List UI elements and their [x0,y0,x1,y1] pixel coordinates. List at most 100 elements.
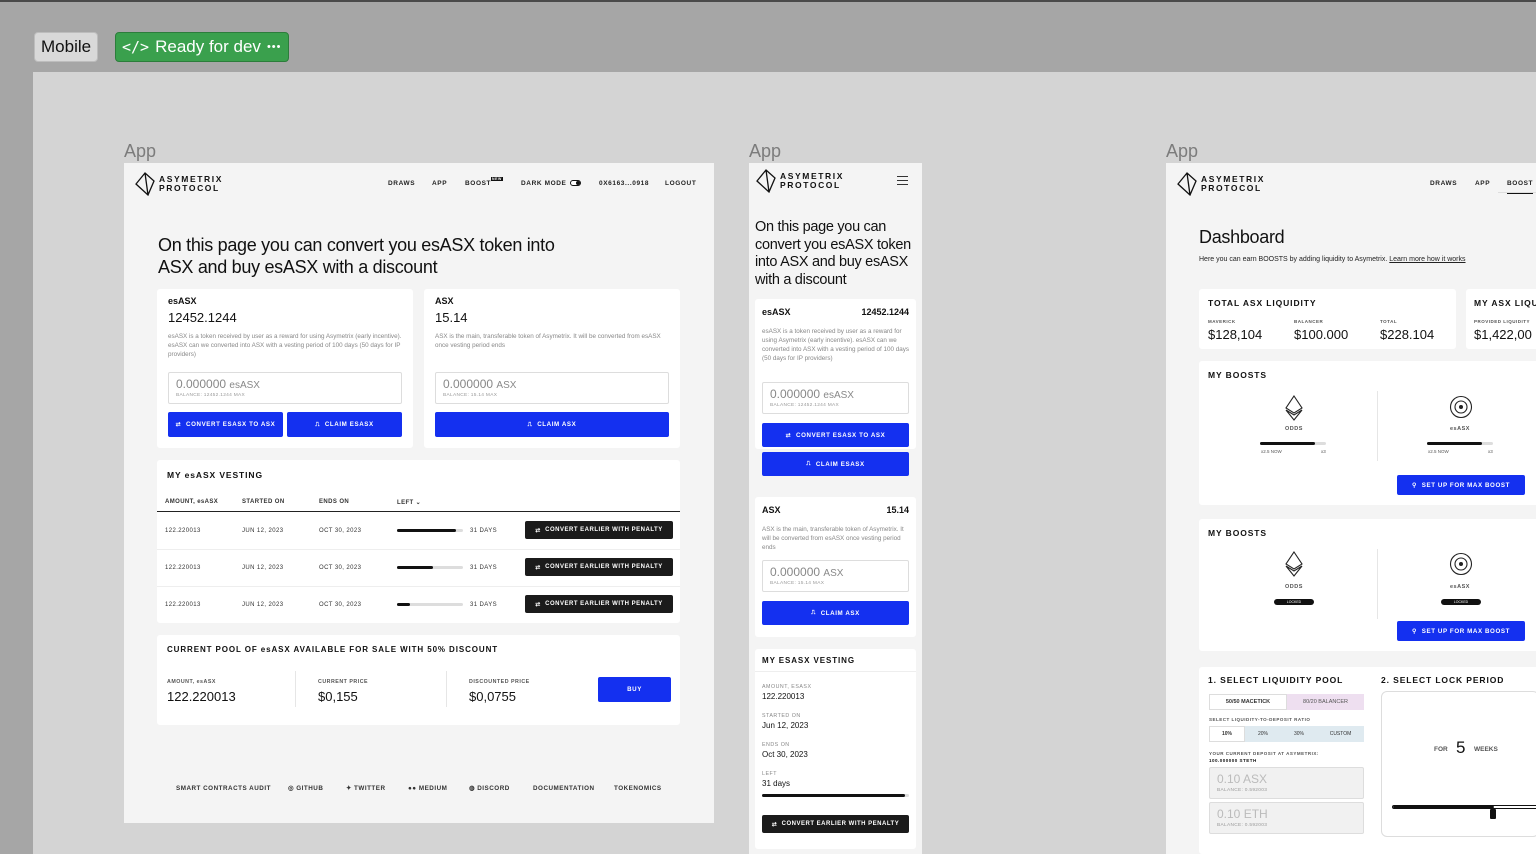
convert-esasx-label: CONVERT ESASX TO ASX [186,421,276,428]
vesting-header-divider [157,511,680,512]
dashboard-frame: ASYMETRIX PROTOCOL DRAWS APP BOOST Dashbo… [1166,163,1536,854]
asx-balance[interactable]: BALANCE: 15.14 MAX [443,393,497,398]
ratio-30[interactable]: 30% [1281,726,1317,742]
frame-label-left[interactable]: App [124,141,156,162]
vesting-header-left[interactable]: LEFT ⌄ [397,499,421,506]
nav-boost[interactable]: BOOST [465,180,491,187]
mobile-convert-esasx-label: CONVERT ESASX TO ASX [796,431,886,439]
nav-app[interactable]: APP [1475,180,1490,187]
nav-draws[interactable]: DRAWS [1430,180,1457,187]
claim-esasx-button[interactable]: ⎍ CLAIM ESASX [287,412,402,437]
lock-period-slider[interactable] [1392,805,1536,809]
more-icon[interactable]: ••• [267,33,282,61]
mobile-amount-label: AMOUNT, ESASX [762,684,812,690]
mobile-tag[interactable]: Mobile [34,32,99,62]
page-heading: On this page you can convert you esASX t… [158,235,555,277]
footer-github[interactable]: ◎ GITHUB [288,785,323,792]
footer-audit[interactable]: SMART CONTRACTS AUDIT [176,785,271,792]
footer-discord[interactable]: ◍ DISCORD [469,785,510,792]
esasx-description: esASX is a token received by user as a r… [168,333,402,358]
frame-label-right[interactable]: App [1166,141,1198,162]
ready-for-dev-tag[interactable]: </> Ready for dev ••• [115,32,289,62]
mobile-ends-label: ENDS ON [762,742,790,748]
pool-divider [446,671,447,707]
brand-logo[interactable]: ASYMETRIX PROTOCOL [756,169,844,193]
footer-twitter[interactable]: ✦ TWITTER [346,785,386,792]
row-left: 31 DAYS [470,528,498,534]
esasx-now: x2.5 NOW [1428,449,1449,454]
asx-deposit-input[interactable]: 0.10 ASX BALANCE: 0.592003 [1209,767,1364,799]
nav-draws[interactable]: DRAWS [388,180,415,187]
nav-app[interactable]: APP [432,180,447,187]
pool-option-balancer[interactable]: 80/20 BALANCER [1287,694,1364,710]
esasx-token-icon [1449,552,1473,576]
lock-slider-handle[interactable] [1490,809,1496,819]
my-liquidity-card: MY ASX LIQU PROVIDED LIQUIDITY $1,422,00 [1466,289,1536,349]
mobile-asx-card: ASX 15.14 ASX is the main, transferable … [755,497,916,637]
convert-esasx-button[interactable]: ⇄ CONVERT ESASX TO ASX [168,412,283,437]
setup-max-boost-button[interactable]: ⚲ SET UP FOR MAX BOOST [1397,621,1525,641]
lock-period-fill [1393,806,1494,808]
claim-asx-button[interactable]: ⎍ CLAIM ASX [435,412,669,437]
buy-button[interactable]: BUY [598,677,671,702]
dark-mode-toggle[interactable] [570,180,581,186]
esasx-boost-bar [1427,442,1493,445]
total-liquidity-card: TOTAL ASX LIQUIDITY MAVERICK $128,104 BA… [1199,289,1456,349]
hamburger-menu-icon[interactable] [897,176,908,185]
asx-value: 15.14 [435,310,468,325]
mobile-asx-input[interactable]: 0.000000 ASX BALANCE: 15.14 MAX [762,560,909,592]
deposit-label: YOUR CURRENT DEPOSIT AT ASYMETRIX: [1209,751,1319,756]
learn-more-link[interactable]: Learn more how it works [1389,256,1465,263]
row-amount: 122.220013 [165,602,201,608]
select-pool-title: 1. SELECT LIQUIDITY POOL [1208,675,1344,685]
mobile-convert-frame: ASYMETRIX PROTOCOL On this page you can c… [749,163,922,854]
mobile-penalty-button[interactable]: ⇄ CONVERT EARLIER WITH PENALTY [762,815,909,833]
nav-dark-mode: DARK MODE [521,180,567,187]
footer-tokenomics[interactable]: TOKENOMICS [614,785,662,792]
footer-documentation[interactable]: DOCUMENTATION [533,785,595,792]
frame-label-middle[interactable]: App [749,141,781,162]
mobile-asx-title: ASX [762,505,781,515]
setup-max-boost-button[interactable]: ⚲ SET UP FOR MAX BOOST [1397,475,1525,495]
row-progress-bar [397,603,463,606]
pool-amount-label: AMOUNT, esASX [167,679,216,685]
asx-amount-input[interactable]: 0.000000 ASX BALANCE: 15.14 MAX [435,372,669,404]
convert-penalty-button[interactable]: ⇄ CONVERT EARLIER WITH PENALTY [525,558,673,576]
pool-price: $0,155 [318,689,358,704]
mobile-esasx-balance[interactable]: BALANCE: 12452.1244 MAX [770,403,839,408]
ratio-10[interactable]: 10% [1209,726,1245,742]
convert-penalty-button[interactable]: ⇄ CONVERT EARLIER WITH PENALTY [525,595,673,613]
row-progress-fill [397,529,457,532]
balancer-label: BALANCER [1294,319,1324,324]
mobile-claim-asx-button[interactable]: ⎍ CLAIM ASX [762,601,909,625]
ratio-20[interactable]: 20% [1245,726,1281,742]
wallet-address[interactable]: 0X6163...0918 [599,180,649,187]
row-progress-fill [397,566,434,569]
ratio-custom[interactable]: CUSTOM [1317,726,1364,742]
vesting-header-amount: AMOUNT, esASX [165,499,219,505]
discord-icon: ◍ [469,785,475,792]
eth-deposit-input[interactable]: 0.10 ETH BALANCE: 0.592003 [1209,802,1364,834]
pool-card: CURRENT POOL OF esASX AVAILABLE FOR SALE… [157,635,680,725]
esasx-amount-input[interactable]: 0.000000 esASX BALANCE: 12452.1244 MAX [168,372,402,404]
mobile-claim-esasx-button[interactable]: ⎍ CLAIM ESASX [762,452,909,476]
esasx-balance[interactable]: BALANCE: 12452.1244 MAX [176,393,245,398]
eth-deposit-balance[interactable]: BALANCE: 0.592003 [1217,823,1267,828]
convert-penalty-button[interactable]: ⇄ CONVERT EARLIER WITH PENALTY [525,521,673,539]
asx-deposit-balance[interactable]: BALANCE: 0.592003 [1217,788,1267,793]
mobile-convert-esasx-button[interactable]: ⇄ CONVERT ESASX TO ASX [762,423,909,447]
boosts-card: MY BOOSTS ODDS x2.5 NOW x3 esASX x2.5 NO… [1199,361,1536,505]
mobile-left-label: LEFT [762,771,777,777]
row-progress-bar [397,529,463,532]
mobile-esasx-input[interactable]: 0.000000 esASX BALANCE: 12452.1244 MAX [762,382,909,414]
esasx-max: x3 [1488,449,1493,454]
pool-option-macetick[interactable]: 50/50 MACETICK [1209,694,1287,710]
setup-max-boost-label: SET UP FOR MAX BOOST [1421,481,1510,489]
row-started: JUN 12, 2023 [242,565,284,571]
nav-logout[interactable]: LOGOUT [665,180,696,187]
total-value: $228.104 [1380,327,1435,342]
footer-medium[interactable]: ●● MEDIUM [408,785,447,792]
github-icon: ◎ [288,785,294,792]
mobile-asx-balance[interactable]: BALANCE: 15.14 MAX [770,581,824,586]
odds-max: x3 [1321,449,1326,454]
